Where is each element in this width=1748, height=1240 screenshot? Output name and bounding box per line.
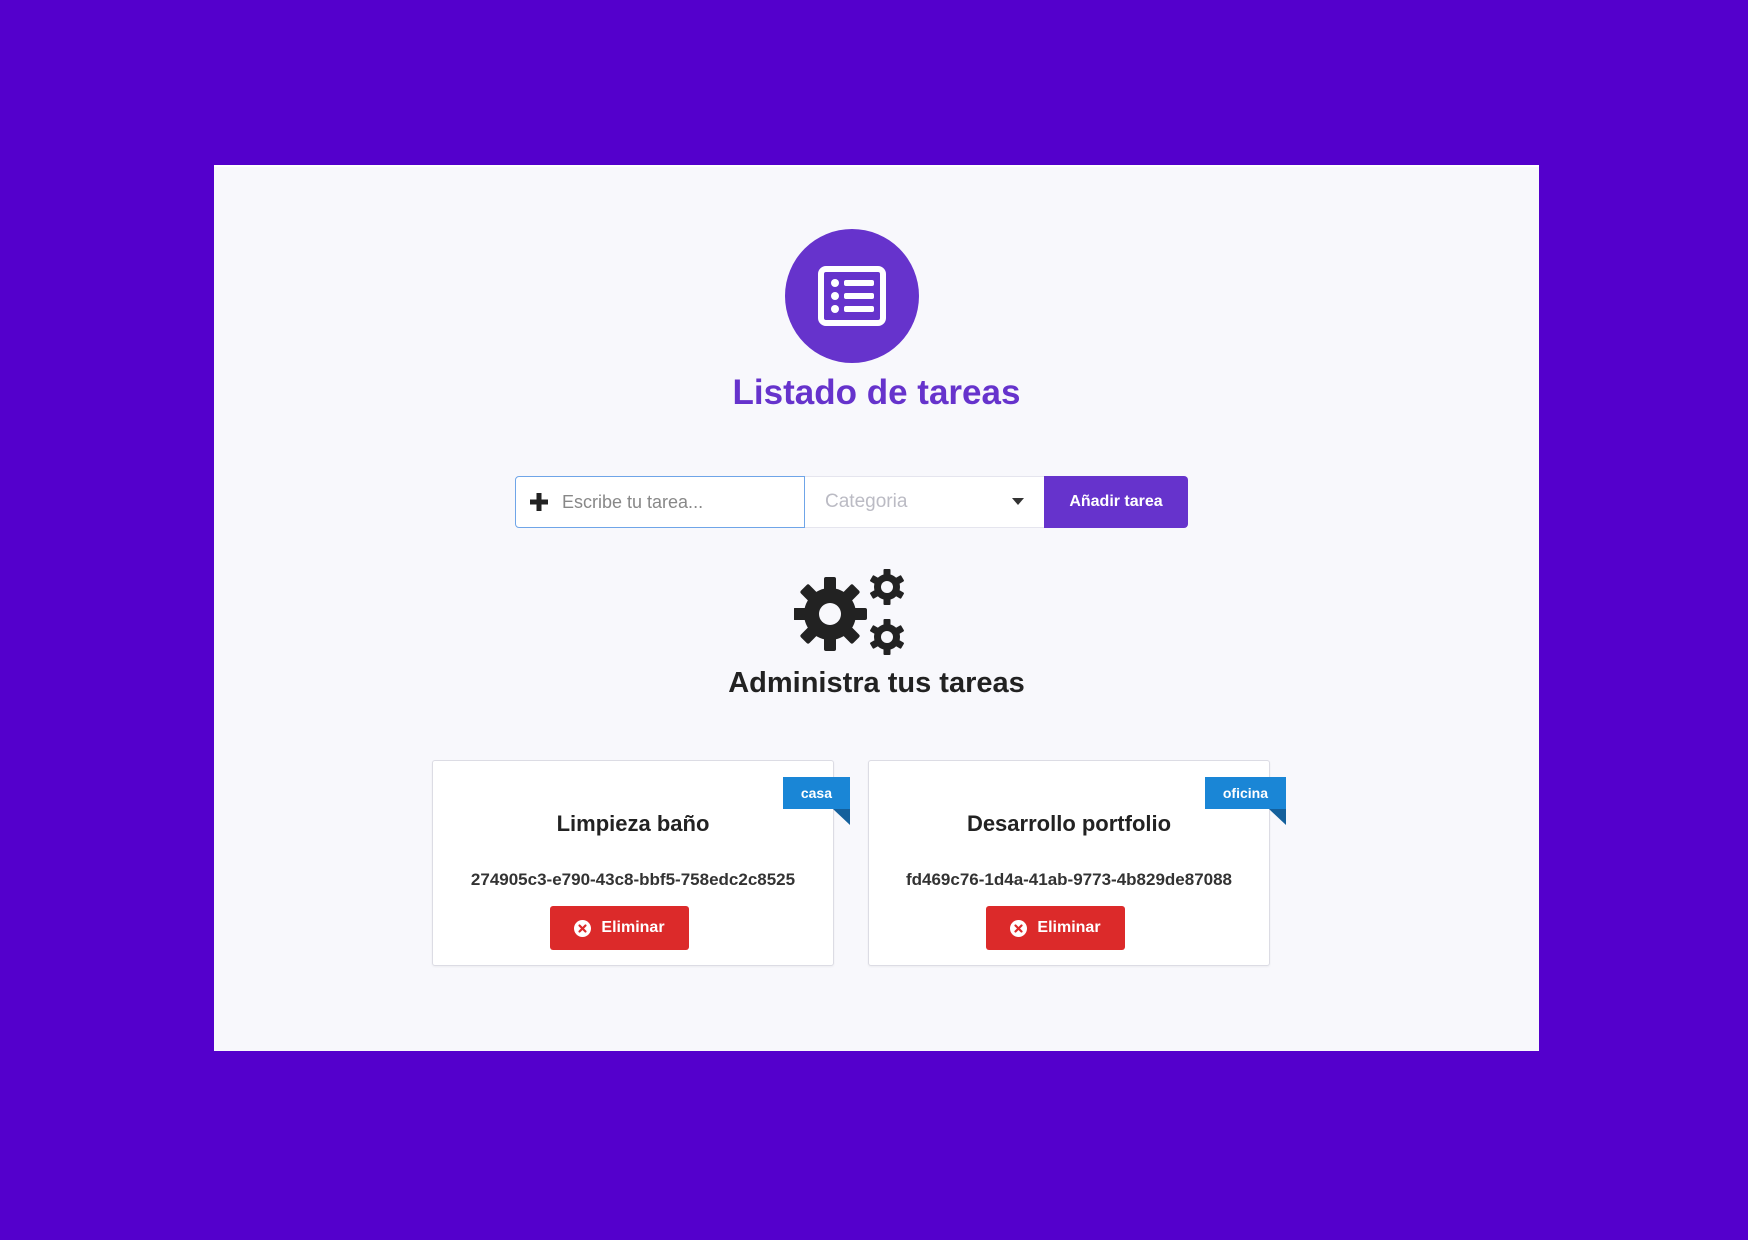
category-badge: oficina <box>1204 777 1287 825</box>
cogs-icon <box>794 569 904 655</box>
category-select[interactable]: Categoria <box>805 476 1044 528</box>
task-id: 274905c3-e790-43c8-bbf5-758edc2c8525 <box>470 870 796 889</box>
delete-button[interactable]: Eliminar <box>986 906 1125 950</box>
delete-button[interactable]: Eliminar <box>550 906 689 950</box>
delete-label: Eliminar <box>601 919 665 936</box>
task-id: fd469c76-1d4a-41ab-9773-4b829de87088 <box>905 870 1233 889</box>
category-select-value: Categoria <box>825 491 908 512</box>
add-task-form: Categoria Añadir tarea <box>515 476 1188 528</box>
task-card: casa Limpieza baño 274905c3-e790-43c8-bb… <box>432 760 851 966</box>
plus-icon <box>516 476 562 528</box>
task-input[interactable] <box>562 478 792 526</box>
category-badge: casa <box>782 777 851 825</box>
main-panel: Listado de tareas Categoria Añadir tarea <box>214 165 1539 1051</box>
logo-circle <box>785 229 919 363</box>
caret-down-icon <box>1012 498 1024 505</box>
task-title: Limpieza baño <box>556 811 710 836</box>
delete-label: Eliminar <box>1037 919 1101 936</box>
section-title: Administra tus tareas <box>728 667 1025 699</box>
times-circle-icon <box>1010 919 1028 937</box>
task-card: oficina Desarrollo portfolio fd469c76-1d… <box>868 760 1287 966</box>
task-title: Desarrollo portfolio <box>966 811 1172 836</box>
add-task-button[interactable]: Añadir tarea <box>1044 476 1188 528</box>
list-alt-icon <box>818 266 886 326</box>
task-input-wrapper <box>515 476 805 528</box>
times-circle-icon <box>574 919 592 937</box>
page-title: Listado de tareas <box>732 373 1021 412</box>
